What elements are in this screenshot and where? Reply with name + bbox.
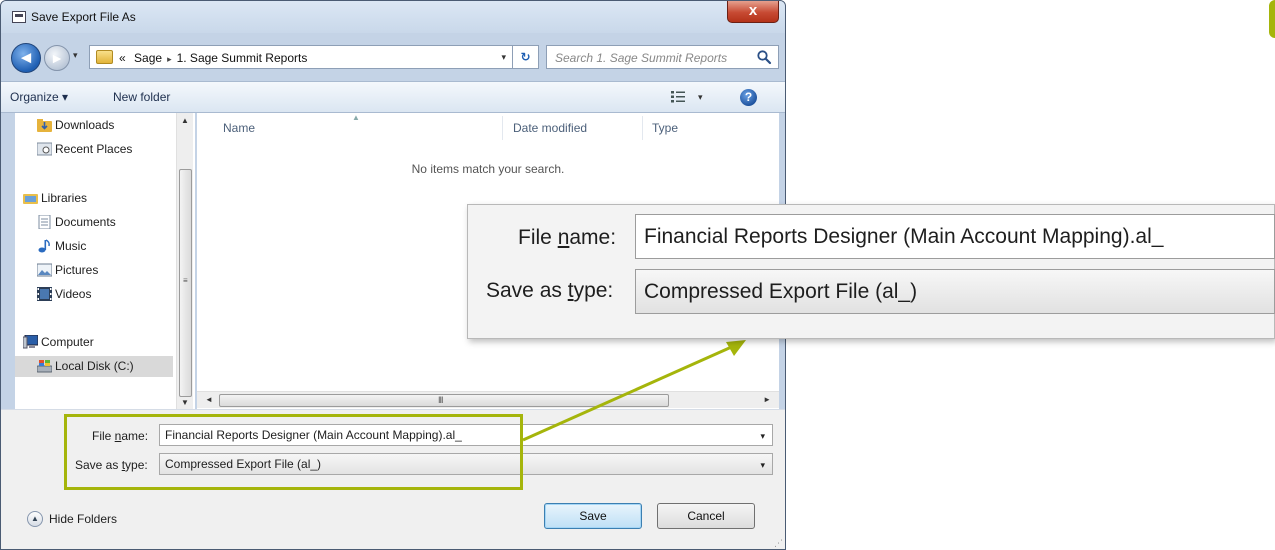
label-text: ame: [569, 226, 617, 249]
zoomed-callout-panel: File name: Financial Reports Designer (M… [467, 204, 1275, 339]
label-accelerator: n [557, 226, 570, 249]
zoomed-save-as-type-select: Compressed Export File (al_) [635, 269, 1275, 314]
zoomed-file-name-label: File name: [518, 226, 616, 250]
label-text: Save as [486, 279, 568, 302]
decorative-accent-shape [1269, 0, 1275, 38]
label-text: ype: [573, 279, 614, 302]
label-text: File [518, 226, 558, 249]
zoomed-file-name-value: Financial Reports Designer (Main Account… [644, 225, 1164, 248]
zoomed-save-as-type-label: Save as type: [486, 279, 613, 303]
zoomed-save-as-type-value: Compressed Export File (al_) [644, 280, 918, 303]
zoomed-file-name-input: Financial Reports Designer (Main Account… [635, 214, 1275, 259]
